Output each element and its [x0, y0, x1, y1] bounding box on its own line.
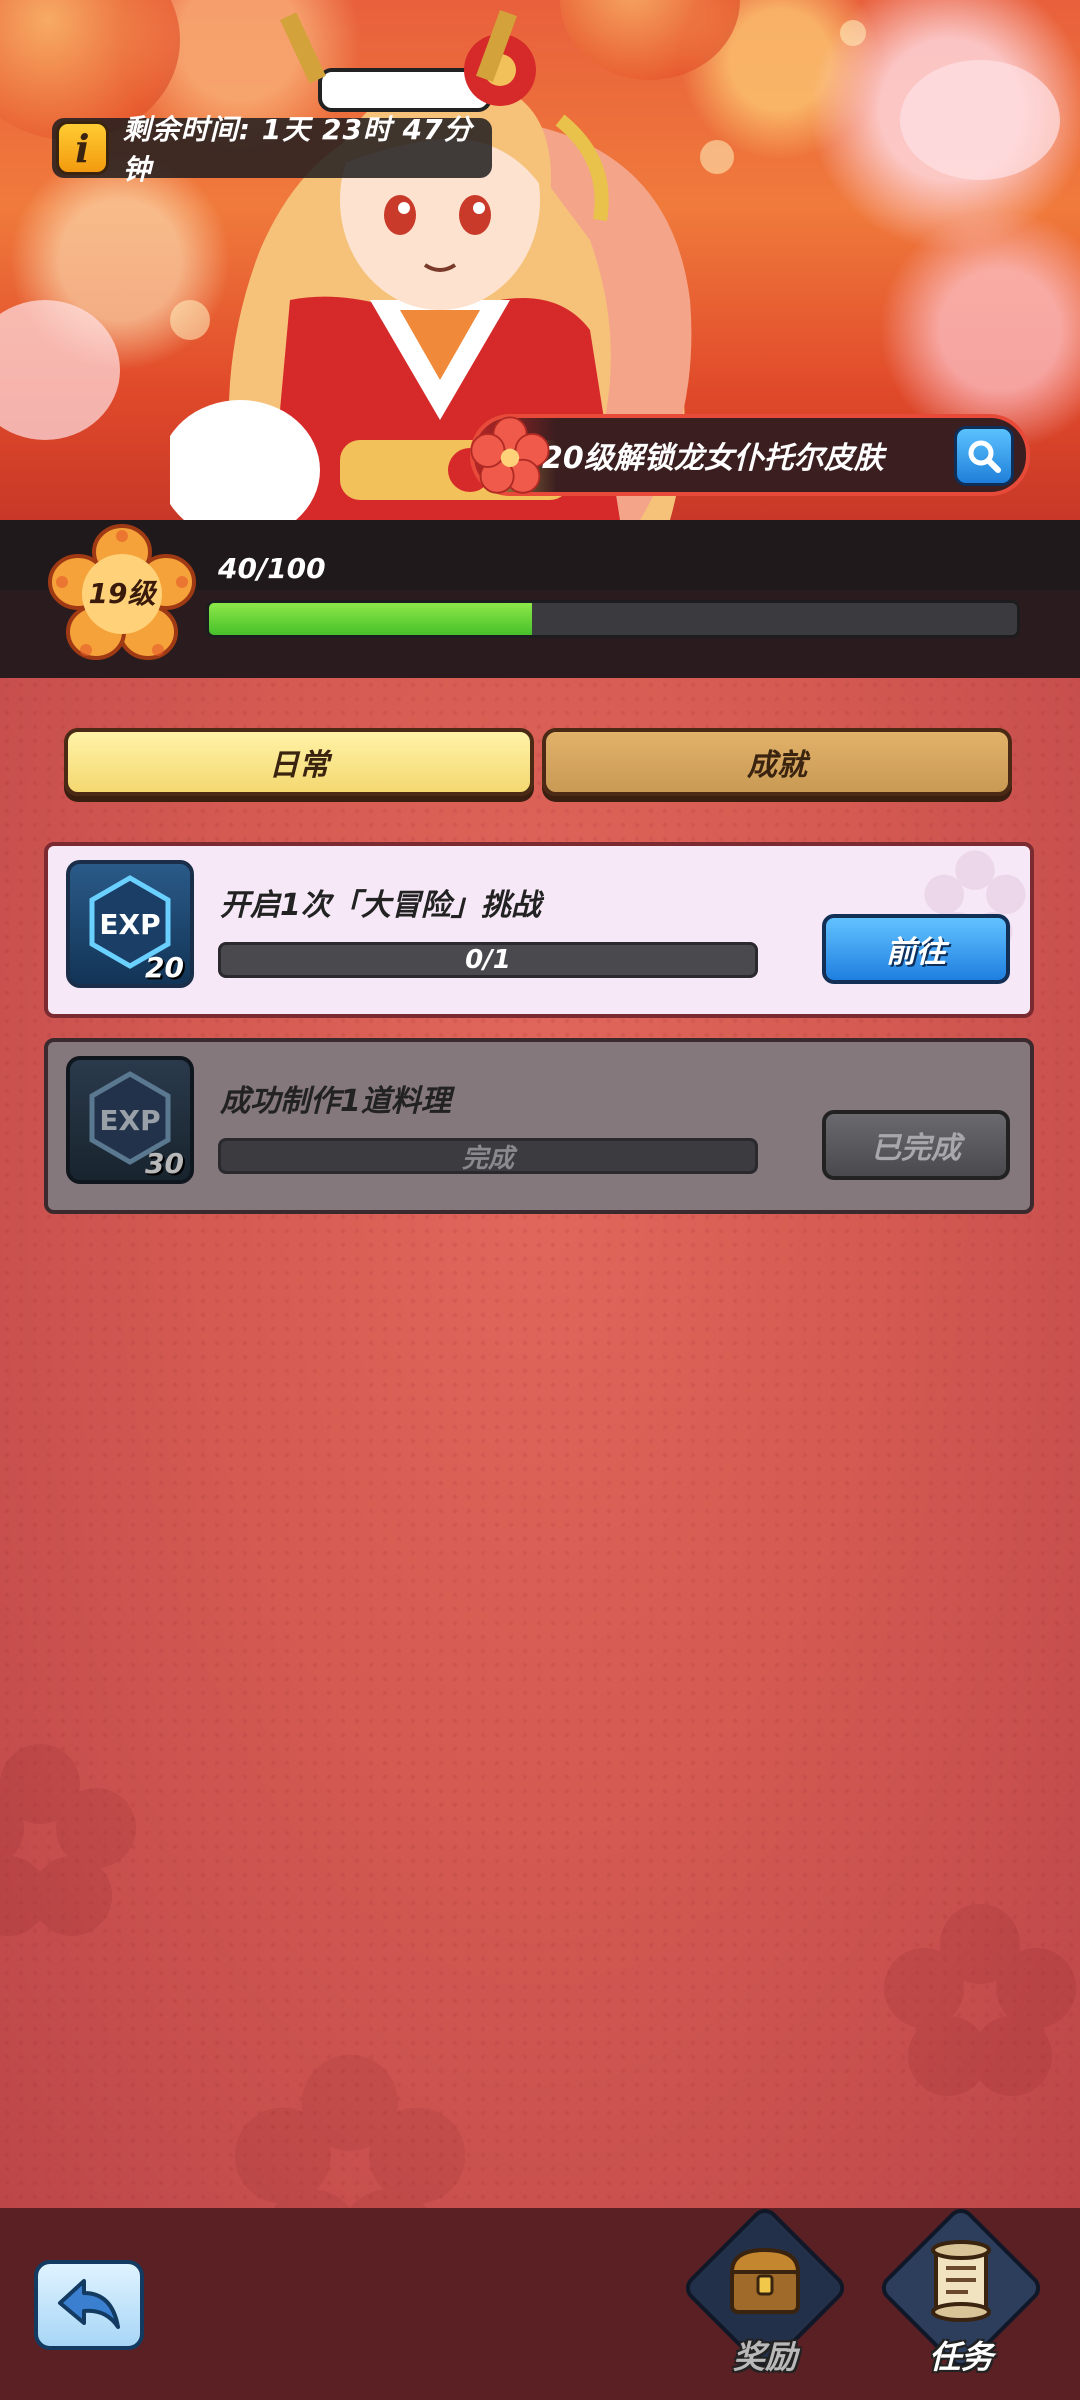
back-arrow-icon — [58, 2279, 120, 2329]
back-button[interactable] — [34, 2260, 144, 2350]
treasure-chest-icon — [729, 2247, 801, 2314]
completed-button: 已完成 — [822, 1110, 1010, 1180]
cherry-blossom-decoration — [0, 300, 120, 440]
xp-progress-fill — [209, 603, 533, 635]
xp-progress-bar — [206, 600, 1020, 638]
timer-text: 剩余时间: 1天 23时 47分钟 — [122, 113, 473, 186]
nav-tasks-label: 任务 — [928, 2338, 993, 2376]
task-progress-text: 0/1 — [465, 945, 511, 975]
unlock-text: 20级解锁龙女仆托尔皮肤 — [542, 441, 884, 476]
info-icon[interactable]: i — [56, 121, 109, 175]
nav-tasks[interactable]: 任务 — [876, 2203, 1046, 2394]
exp-amount: 30 — [145, 1147, 184, 1180]
nav-rewards[interactable]: 奖励 — [680, 2203, 850, 2394]
task-card: EXP 30 成功制作1道料理 完成 已完成 — [44, 1038, 1034, 1214]
skin-unlock-banner[interactable]: 20级解锁龙女仆托尔皮肤 — [470, 414, 1030, 496]
cherry-blossom-decoration — [900, 60, 1060, 180]
xp-progress-text: 40/100 — [218, 552, 326, 585]
cherry-blossom-decoration — [0, 1744, 136, 1936]
svg-text:EXP: EXP — [99, 1104, 160, 1137]
task-title: 开启1次「大冒险」挑战 — [220, 888, 541, 923]
level-text: 19级 — [88, 577, 156, 610]
exp-amount: 20 — [145, 951, 184, 984]
tab-achievements-label: 成就 — [747, 748, 807, 783]
event-banner: i 剩余时间: 1天 23时 47分钟 20级解锁龙女仆托尔皮肤 — [0, 0, 1080, 520]
tab-daily[interactable]: 日常 — [64, 728, 534, 796]
search-icon[interactable] — [954, 426, 1014, 486]
bokeh-light — [840, 20, 866, 46]
nav-rewards-label: 奖励 — [732, 2338, 797, 2376]
scroll-icon — [931, 2240, 991, 2322]
goto-button[interactable]: 前往 — [822, 914, 1010, 984]
svg-text:EXP: EXP — [99, 908, 160, 941]
tab-achievements[interactable]: 成就 — [542, 728, 1012, 796]
event-timer: i 剩余时间: 1天 23时 47分钟 — [52, 113, 492, 186]
task-progress-bar: 完成 — [218, 1138, 758, 1174]
task-card: EXP 20 开启1次「大冒险」挑战 0/1 前往 — [44, 842, 1034, 1018]
exp-reward: EXP 20 — [66, 860, 194, 988]
tab-daily-label: 日常 — [269, 748, 329, 783]
cherry-blossom-icon — [470, 416, 550, 494]
task-title: 成功制作1道料理 — [220, 1084, 451, 1119]
completed-button-label: 已完成 — [871, 1131, 961, 1166]
goto-button-label: 前往 — [886, 935, 946, 970]
task-progress-bar: 0/1 — [218, 942, 758, 978]
exp-reward: EXP 30 — [66, 1056, 194, 1184]
cherry-blossom-decoration — [884, 1904, 1076, 2096]
task-progress-text: 完成 — [461, 1143, 514, 1174]
